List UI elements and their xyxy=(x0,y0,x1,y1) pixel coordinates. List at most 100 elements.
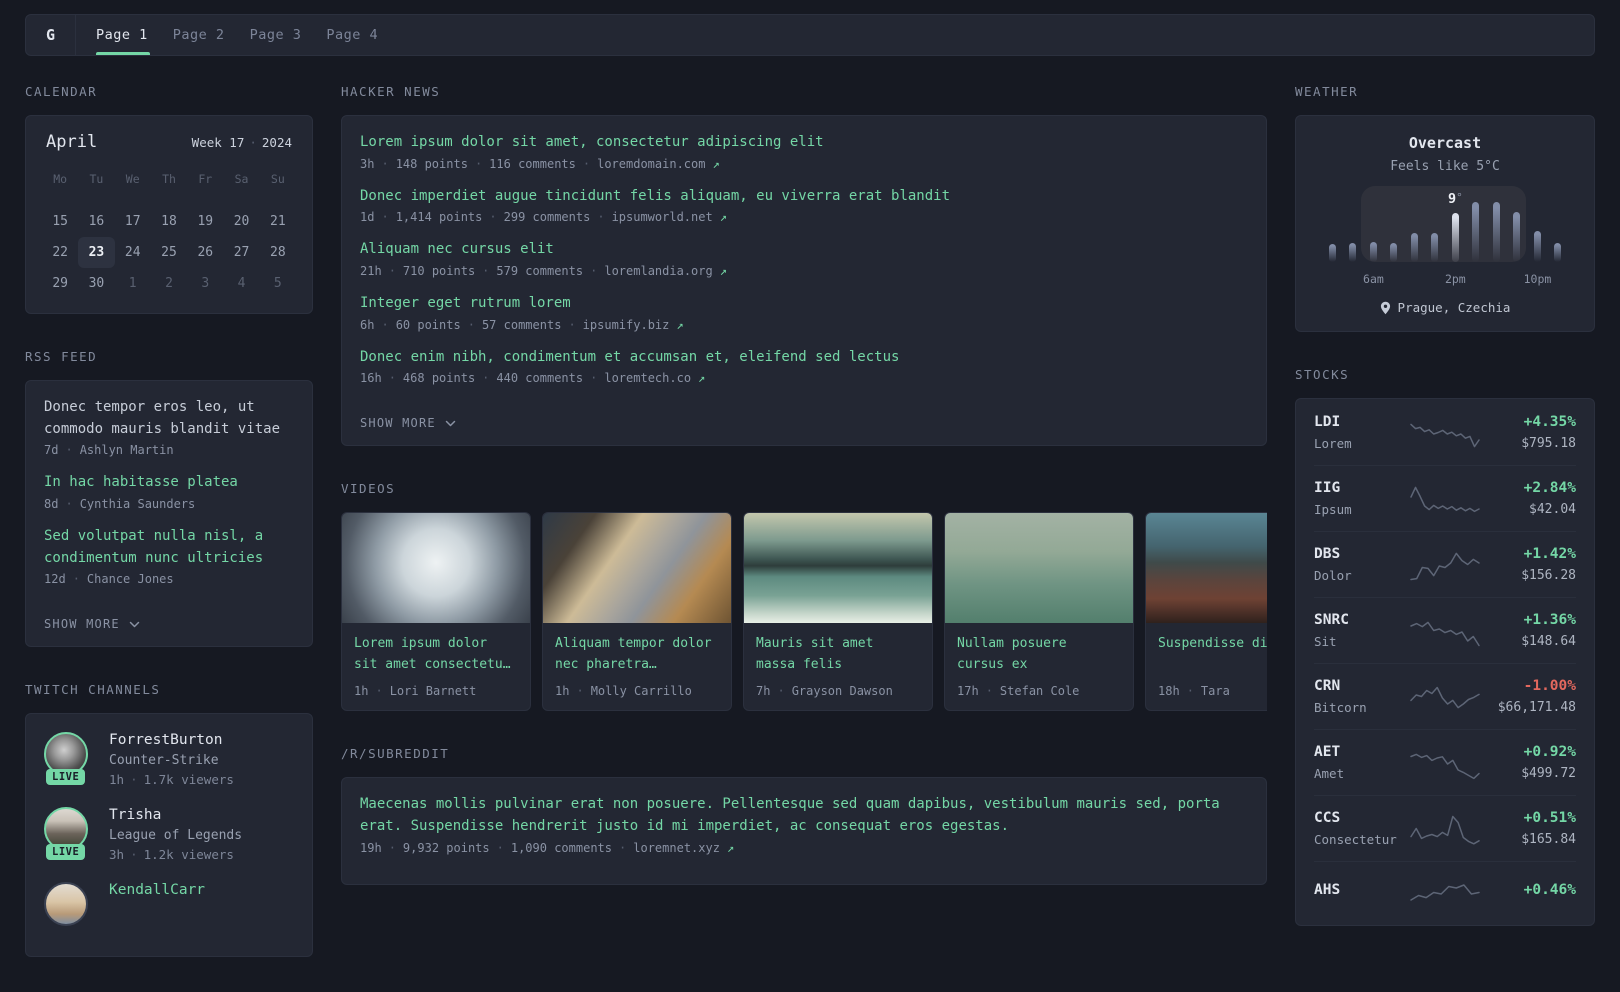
stock-price: $156.28 xyxy=(1521,568,1576,583)
rss-item-title[interactable]: Sed volutpat nulla nisl, a condimentum n… xyxy=(44,526,294,569)
external-link-icon: ↗ xyxy=(719,210,727,225)
hn-item-domain[interactable]: loremdomain.com xyxy=(597,157,705,171)
hour-label: 10pm xyxy=(1523,272,1552,286)
hn-item-comments[interactable]: 299 comments xyxy=(504,210,591,224)
rss-item-time: 12d xyxy=(44,572,66,587)
hn-item-comments[interactable]: 57 comments xyxy=(482,318,561,332)
calendar-day: 2 xyxy=(165,276,173,291)
twitch-channel-name[interactable]: Trisha xyxy=(109,807,242,823)
stock-row[interactable]: LDI Lorem +4.35% $795.18 xyxy=(1314,400,1576,465)
stock-row[interactable]: SNRC Sit +1.36% $148.64 xyxy=(1314,597,1576,663)
twitch-viewers: 1.7k viewers xyxy=(143,772,234,788)
stock-row[interactable]: CRN Bitcorn -1.00% $66,171.48 xyxy=(1314,663,1576,729)
hn-item: Donec enim nibh, condimentum et accumsan… xyxy=(360,347,1248,386)
stock-price: $42.04 xyxy=(1529,502,1576,517)
video-thumbnail[interactable] xyxy=(1146,513,1267,624)
stock-sparkline xyxy=(1410,884,1480,901)
hn-item-domain[interactable]: ipsumify.biz xyxy=(583,318,670,332)
stock-change: +2.84% xyxy=(1523,480,1576,496)
tab-page-3[interactable]: Page 3 xyxy=(250,15,302,55)
hackernews-card: Lorem ipsum dolor sit amet, consectetur … xyxy=(341,115,1267,447)
rss-item-title[interactable]: Donec tempor eros leo, ut commodo mauris… xyxy=(44,397,294,440)
stock-symbol: SNRC xyxy=(1314,612,1349,628)
hn-item-domain[interactable]: loremlandia.org xyxy=(604,264,712,278)
stock-sparkline xyxy=(1410,423,1480,447)
stock-symbol: AET xyxy=(1314,744,1341,760)
rss-item-title[interactable]: In hac habitasse platea xyxy=(44,472,294,494)
stock-row[interactable]: AHS +0.46% xyxy=(1314,861,1576,924)
calendar-weekday: Fr xyxy=(198,172,213,186)
calendar-day: 30 xyxy=(88,276,105,291)
hn-item-title[interactable]: Donec imperdiet augue tincidunt felis al… xyxy=(360,186,1248,208)
hn-item-comments[interactable]: 579 comments xyxy=(496,264,583,278)
hn-item-comments[interactable]: 440 comments xyxy=(496,371,583,385)
calendar-day: 1 xyxy=(128,276,137,291)
reddit-post-comments[interactable]: 1,090 comments xyxy=(511,841,612,855)
video-channel[interactable]: Lori Barnett xyxy=(390,684,477,698)
hn-item-comments[interactable]: 116 comments xyxy=(489,157,576,171)
twitch-channel-name[interactable]: KendallCarr xyxy=(109,882,205,898)
video-title[interactable]: Aliquam tempor dolor nec pharetra… xyxy=(555,633,719,675)
rss-item: In hac habitasse platea 8d Cynthia Saunde… xyxy=(44,472,294,511)
video-channel[interactable]: Molly Carrillo xyxy=(591,684,692,698)
stock-symbol: CRN xyxy=(1314,678,1341,694)
hn-item-domain[interactable]: ipsumworld.net xyxy=(612,210,713,224)
page-tabs: Page 1 Page 2 Page 3 Page 4 xyxy=(76,15,403,55)
hn-item-title[interactable]: Aliquam nec cursus elit xyxy=(360,239,1248,261)
reddit-post-domain[interactable]: loremnet.xyz xyxy=(633,841,720,855)
stock-change: +1.42% xyxy=(1523,546,1576,562)
tab-page-1[interactable]: Page 1 xyxy=(96,15,150,55)
video-thumbnail[interactable] xyxy=(744,513,932,624)
twitch-stream-time: 1h xyxy=(109,772,125,788)
hn-item-title[interactable]: Lorem ipsum dolor sit amet, consectetur … xyxy=(360,132,1248,154)
hackernews-show-more-button[interactable]: SHOW MORE xyxy=(360,416,456,430)
video-title[interactable]: Lorem ipsum dolor sit amet consectetu… xyxy=(354,633,518,675)
hn-item-points: 468 points xyxy=(402,371,476,386)
twitch-avatar-wrap: LIVE xyxy=(44,807,92,862)
reddit-post-points: 9,932 points xyxy=(402,840,490,855)
stock-sparkline xyxy=(1410,753,1480,779)
dot-separator xyxy=(482,264,489,278)
video-channel[interactable]: Grayson Dawson xyxy=(792,684,893,698)
stock-row[interactable]: CCS Consectetur +0.51% $165.84 xyxy=(1314,795,1576,861)
rss-show-more-button[interactable]: SHOW MORE xyxy=(44,617,140,631)
dashboard-columns: CALENDAR April Week 172024 MoTuWeThFrSaS… xyxy=(0,56,1620,992)
hn-item-points: 710 points xyxy=(402,264,476,279)
video-title[interactable]: Mauris sit amet massa felis xyxy=(756,633,920,675)
video-thumbnail[interactable] xyxy=(543,513,731,624)
stock-name: Consectetur xyxy=(1314,832,1397,847)
tab-page-2[interactable]: Page 2 xyxy=(173,15,225,55)
dot-separator xyxy=(130,847,138,862)
video-channel[interactable]: Stefan Cole xyxy=(1000,684,1079,698)
stock-row[interactable]: AET Amet +0.92% $499.72 xyxy=(1314,729,1576,795)
stock-id: LDI Lorem xyxy=(1314,414,1400,451)
reddit-post-title[interactable]: Maecenas mollis pulvinar erat non posuer… xyxy=(360,794,1248,837)
hn-item: Integer eget rutrum lorem 6h 60 points 57 … xyxy=(360,293,1248,332)
reddit-post-meta: 19h 9,932 points 1,090 comments loremnet.xy… xyxy=(360,841,1248,855)
hn-item-title[interactable]: Donec enim nibh, condimentum et accumsan… xyxy=(360,347,1248,369)
twitch-channel: LIVE Trisha League of Legends 3h 1.2k vie… xyxy=(44,807,294,862)
dot-separator xyxy=(381,210,388,224)
stock-symbol: CCS xyxy=(1314,810,1341,826)
stock-row[interactable]: IIG Ipsum +2.84% $42.04 xyxy=(1314,465,1576,531)
twitch-channel-name[interactable]: ForrestBurton xyxy=(109,732,234,748)
hn-item-meta: 16h 468 points 440 comments loremtech.co ↗ xyxy=(360,371,1248,385)
video-thumbnail[interactable] xyxy=(342,513,530,624)
calendar-day: 19 xyxy=(197,214,214,229)
live-badge: LIVE xyxy=(46,844,86,861)
stock-symbol: LDI xyxy=(1314,414,1341,430)
hn-item-domain[interactable]: loremtech.co xyxy=(604,371,691,385)
video-title[interactable]: Suspendisse diam xyxy=(1158,633,1267,675)
stock-change: +1.36% xyxy=(1523,612,1576,628)
avatar[interactable] xyxy=(44,882,88,927)
hn-item-time: 6h xyxy=(360,317,375,332)
stock-symbol: IIG xyxy=(1314,480,1341,496)
tab-page-4[interactable]: Page 4 xyxy=(326,15,378,55)
video-channel[interactable]: Tara xyxy=(1201,684,1230,698)
stock-row[interactable]: DBS Dolor +1.42% $156.28 xyxy=(1314,531,1576,597)
stock-values: +4.35% $795.18 xyxy=(1490,414,1576,451)
video-title[interactable]: Nullam posuere cursus ex xyxy=(957,633,1121,675)
hn-item-title[interactable]: Integer eget rutrum lorem xyxy=(360,293,1248,315)
left-column: CALENDAR April Week 172024 MoTuWeThFrSaS… xyxy=(25,84,313,992)
video-thumbnail[interactable] xyxy=(945,513,1133,624)
